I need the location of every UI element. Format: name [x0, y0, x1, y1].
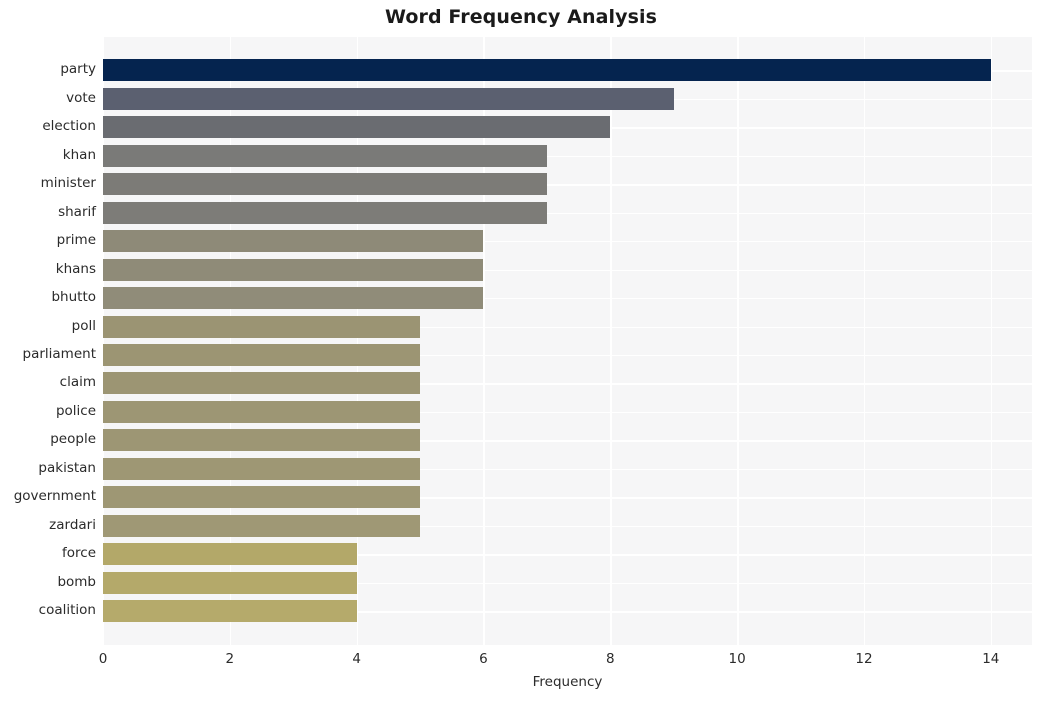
y-tick-label-prime: prime — [56, 232, 96, 249]
y-tick-label-bomb: bomb — [57, 573, 96, 590]
x-tick-label-6: 6 — [479, 651, 488, 667]
y-tick-label-zardari: zardari — [49, 516, 96, 533]
x-tick-label-14: 14 — [982, 651, 1000, 667]
chart-figure: Word Frequency Analysis party vote electio… — [0, 0, 1042, 701]
y-tick-label-coalition: coalition — [38, 602, 96, 619]
x-tick-label-2: 2 — [225, 651, 235, 667]
x-tick-label-12: 12 — [855, 651, 873, 667]
y-tick-label-party: party — [60, 61, 96, 78]
chart-title: Word Frequency Analysis — [384, 6, 658, 28]
y-tick-label-police: police — [55, 402, 96, 419]
y-tick-label-bhutto: bhutto — [51, 289, 96, 306]
y-tick-label-minister: minister — [40, 175, 96, 192]
y-tick-label-khan: khan — [62, 146, 96, 163]
y-tick-label-sharif: sharif — [58, 203, 96, 220]
x-tick-label-10: 10 — [728, 651, 746, 667]
y-axis-tick-labels: party vote election khan minister sharif prime… — [0, 37, 1042, 645]
x-axis-label: Frequency — [532, 674, 603, 690]
x-tick-label-0: 0 — [98, 651, 108, 667]
y-tick-label-election: election — [42, 118, 96, 135]
x-tick-label-4: 4 — [352, 651, 361, 667]
y-tick-label-government: government — [13, 488, 96, 505]
x-axis-tick-labels: 0 2 4 6 8 10 12 14 — [0, 645, 1042, 675]
x-tick-label-8: 8 — [606, 651, 615, 667]
y-tick-label-claim: claim — [59, 374, 96, 391]
y-tick-label-force: force — [62, 545, 96, 562]
y-tick-label-pakistan: pakistan — [38, 459, 96, 476]
y-tick-label-people: people — [50, 431, 96, 448]
y-tick-label-parliament: parliament — [22, 345, 96, 362]
y-tick-label-poll: poll — [71, 317, 96, 334]
y-tick-label-vote: vote — [66, 89, 96, 106]
y-tick-label-khans: khans — [55, 260, 96, 277]
